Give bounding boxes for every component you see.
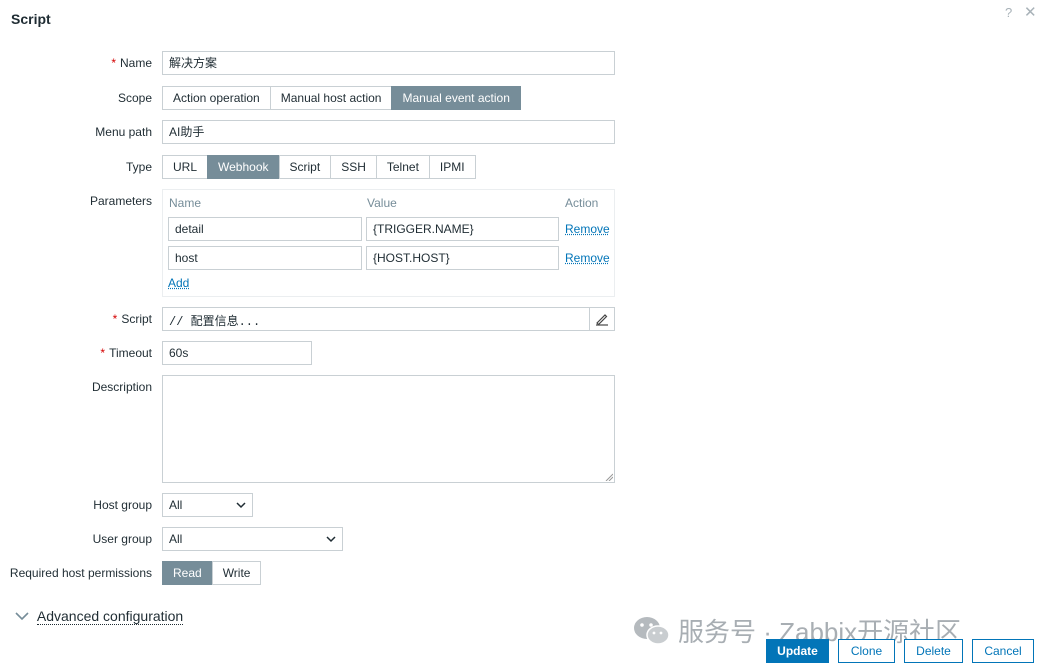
user-group-select[interactable]: All — [162, 527, 343, 551]
parameter-remove-link[interactable]: Remove — [565, 222, 610, 236]
scope-manual-host-action[interactable]: Manual host action — [269, 86, 393, 110]
type-ipmi[interactable]: IPMI — [428, 155, 476, 179]
timeout-label: * Timeout — [100, 346, 152, 360]
clone-button[interactable]: Clone — [838, 639, 895, 663]
name-label: * Name — [111, 56, 152, 70]
permissions-segmented-control: Read Write — [162, 561, 262, 585]
permission-write[interactable]: Write — [211, 561, 262, 585]
parameters-label: Parameters — [89, 194, 152, 208]
type-webhook[interactable]: Webhook — [207, 155, 280, 179]
chevron-down-icon — [15, 608, 29, 624]
scope-label: Scope — [117, 91, 152, 105]
host-group-value: All — [169, 498, 183, 512]
type-telnet[interactable]: Telnet — [375, 155, 430, 179]
timeout-input[interactable]: 60s — [162, 341, 312, 365]
parameters-header-action: Action — [565, 196, 599, 210]
type-segmented-control: URL Webhook Script SSH Telnet IPMI — [162, 155, 476, 179]
pencil-icon[interactable] — [589, 308, 614, 330]
script-label: * Script — [112, 312, 152, 326]
wechat-logo-icon — [634, 616, 670, 645]
parameters-header-value: Value — [367, 196, 397, 210]
parameters-table: Name Value Action detail {TRIGGER.NAME} … — [162, 189, 615, 297]
help-icon[interactable]: ? — [1005, 5, 1012, 20]
description-label: Description — [91, 380, 152, 394]
type-ssh[interactable]: SSH — [330, 155, 377, 179]
close-icon[interactable]: ✕ — [1024, 3, 1037, 21]
scope-segmented-control: Action operation Manual host action Manu… — [162, 86, 521, 110]
script-preview: // 配置信息... — [169, 315, 261, 329]
menu-path-input[interactable]: AI助手 — [162, 120, 615, 144]
parameter-value-input[interactable]: {TRIGGER.NAME} — [366, 217, 559, 241]
parameters-header-name: Name — [169, 196, 202, 210]
type-url[interactable]: URL — [162, 155, 209, 179]
user-group-label: User group — [92, 532, 152, 546]
host-group-select[interactable]: All — [162, 493, 253, 517]
type-label: Type — [125, 160, 152, 174]
parameter-add-link[interactable]: Add — [168, 276, 189, 290]
name-input[interactable]: 解决方案 — [162, 51, 615, 75]
chevron-down-icon — [326, 528, 336, 557]
menu-path-label: Menu path — [95, 125, 152, 139]
permissions-label: Required host permissions — [9, 566, 152, 580]
parameter-value-input[interactable]: {HOST.HOST} — [366, 246, 559, 270]
scope-manual-event-action[interactable]: Manual event action — [391, 86, 521, 110]
delete-button[interactable]: Delete — [904, 639, 963, 663]
permission-read[interactable]: Read — [162, 561, 213, 585]
user-group-value: All — [169, 532, 183, 546]
dialog-title: Script — [11, 11, 51, 27]
scope-action-operation[interactable]: Action operation — [162, 86, 271, 110]
update-button[interactable]: Update — [766, 639, 829, 663]
host-group-label: Host group — [93, 498, 152, 512]
cancel-button[interactable]: Cancel — [972, 639, 1034, 663]
resize-grip-icon[interactable] — [605, 473, 613, 481]
chevron-down-icon — [236, 494, 246, 523]
parameter-name-input[interactable]: host — [168, 246, 362, 270]
advanced-configuration-toggle[interactable]: Advanced configuration — [15, 608, 184, 625]
advanced-configuration-label: Advanced configuration — [36, 608, 184, 625]
script-field[interactable]: // 配置信息... — [162, 307, 615, 331]
parameter-name-input[interactable]: detail — [168, 217, 362, 241]
type-script[interactable]: Script — [278, 155, 332, 179]
parameter-remove-link[interactable]: Remove — [565, 251, 610, 265]
description-textarea[interactable] — [162, 375, 615, 483]
